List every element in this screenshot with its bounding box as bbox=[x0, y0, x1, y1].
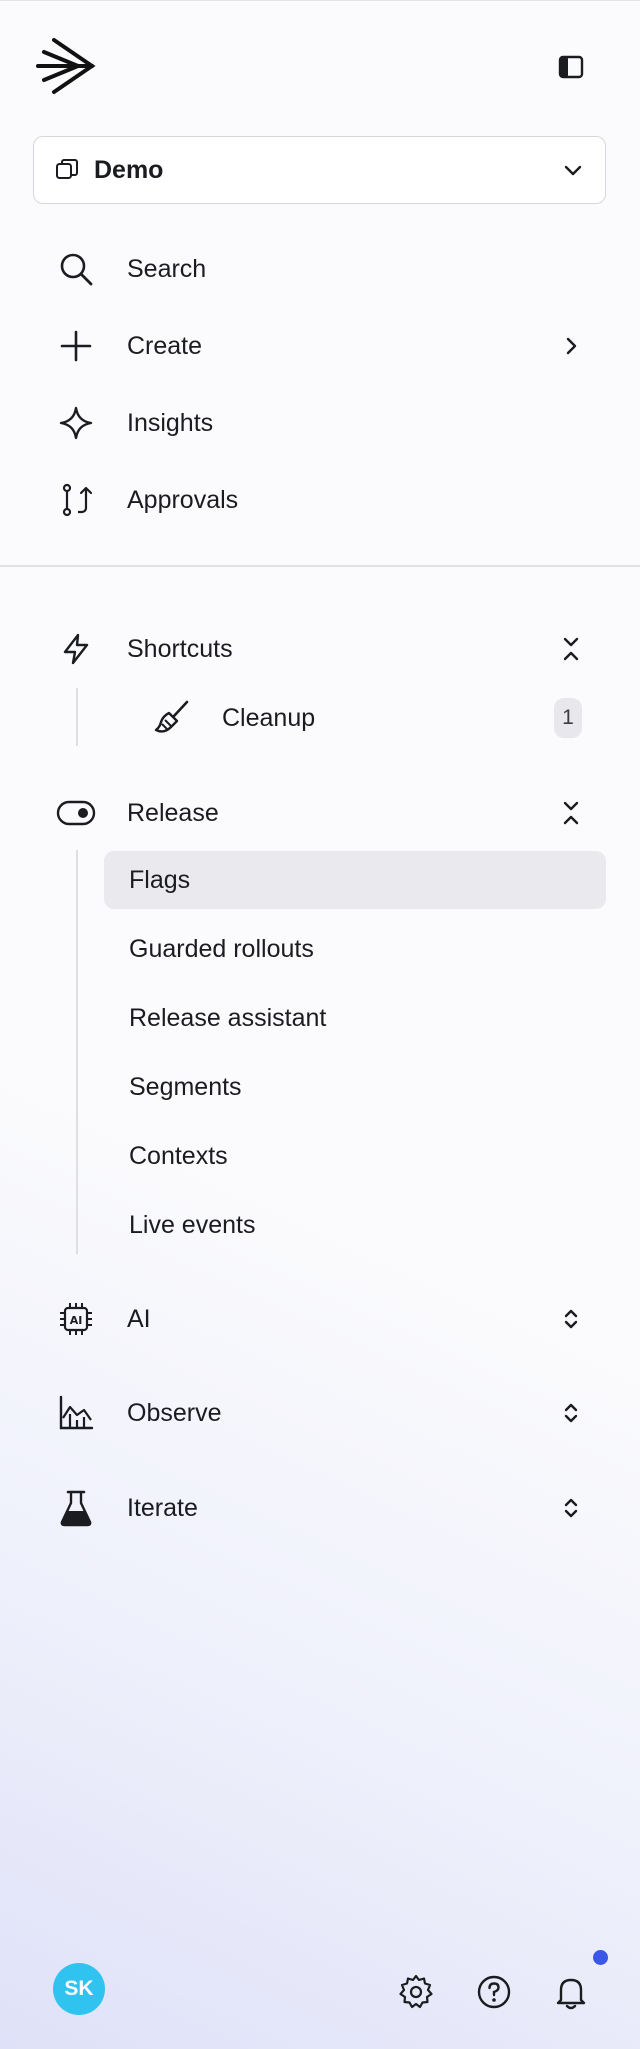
top-border bbox=[0, 0, 640, 1]
release-item-release-assistant[interactable]: Release assistant bbox=[104, 989, 606, 1047]
chevron-down-icon bbox=[561, 158, 585, 182]
shortcut-item-label: Cleanup bbox=[222, 703, 316, 732]
section-release[interactable]: Release bbox=[56, 785, 586, 841]
count-badge: 1 bbox=[554, 698, 582, 738]
help-icon[interactable] bbox=[474, 1972, 514, 2012]
release-item-live-events[interactable]: Live events bbox=[104, 1196, 606, 1254]
svg-text:AI: AI bbox=[70, 1314, 83, 1327]
project-icon bbox=[54, 157, 80, 183]
gear-icon[interactable] bbox=[396, 1972, 436, 2012]
section-shortcuts-label: Shortcuts bbox=[127, 634, 233, 663]
release-item-flags[interactable]: Flags bbox=[104, 851, 606, 909]
chevron-right-icon bbox=[556, 331, 586, 361]
collapse-icon[interactable] bbox=[556, 634, 586, 664]
divider bbox=[0, 565, 640, 567]
project-selector[interactable]: Demo bbox=[33, 136, 606, 204]
sparkle-icon bbox=[56, 403, 96, 443]
release-item-segments[interactable]: Segments bbox=[104, 1058, 606, 1116]
release-item-contexts[interactable]: Contexts bbox=[104, 1127, 606, 1185]
ai-chip-icon: AI bbox=[56, 1299, 96, 1339]
release-item-guarded-rollouts[interactable]: Guarded rollouts bbox=[104, 920, 606, 978]
nav-insights-label: Insights bbox=[127, 408, 214, 437]
section-observe[interactable]: Observe bbox=[56, 1385, 586, 1441]
project-name: Demo bbox=[94, 155, 164, 184]
section-iterate[interactable]: Iterate bbox=[56, 1480, 586, 1536]
section-iterate-label: Iterate bbox=[127, 1493, 198, 1522]
section-shortcuts[interactable]: Shortcuts bbox=[56, 621, 586, 677]
section-observe-label: Observe bbox=[127, 1398, 222, 1427]
search-icon bbox=[56, 249, 96, 289]
chart-icon bbox=[56, 1393, 96, 1433]
expand-icon[interactable] bbox=[556, 1304, 586, 1334]
nav-insights[interactable]: Insights bbox=[56, 395, 586, 451]
collapse-icon[interactable] bbox=[556, 798, 586, 828]
broom-icon bbox=[152, 698, 192, 738]
nav-search-label: Search bbox=[127, 254, 207, 283]
nav-search[interactable]: Search bbox=[56, 241, 586, 297]
tree-line bbox=[76, 850, 78, 1254]
bell-icon[interactable] bbox=[551, 1972, 591, 2012]
expand-icon[interactable] bbox=[556, 1493, 586, 1523]
nav-create[interactable]: Create bbox=[56, 318, 586, 374]
approvals-icon bbox=[56, 480, 96, 520]
nav-approvals[interactable]: Approvals bbox=[56, 472, 586, 528]
shortcut-item-cleanup[interactable]: Cleanup 1 bbox=[152, 690, 582, 746]
toggle-icon bbox=[56, 793, 96, 833]
expand-icon[interactable] bbox=[556, 1398, 586, 1428]
notification-dot bbox=[593, 1950, 608, 1965]
nav-approvals-label: Approvals bbox=[127, 485, 239, 514]
section-ai-label: AI bbox=[127, 1304, 151, 1333]
tree-line bbox=[76, 688, 78, 746]
logo-icon[interactable] bbox=[34, 34, 98, 98]
section-release-label: Release bbox=[127, 798, 219, 827]
user-avatar[interactable]: SK bbox=[53, 1963, 105, 2015]
flask-icon bbox=[56, 1488, 96, 1528]
nav-create-label: Create bbox=[127, 331, 203, 360]
section-ai[interactable]: AI AI bbox=[56, 1291, 586, 1347]
lightning-icon bbox=[56, 629, 96, 669]
sidebar-toggle-icon[interactable] bbox=[556, 52, 586, 82]
plus-icon bbox=[56, 326, 96, 366]
